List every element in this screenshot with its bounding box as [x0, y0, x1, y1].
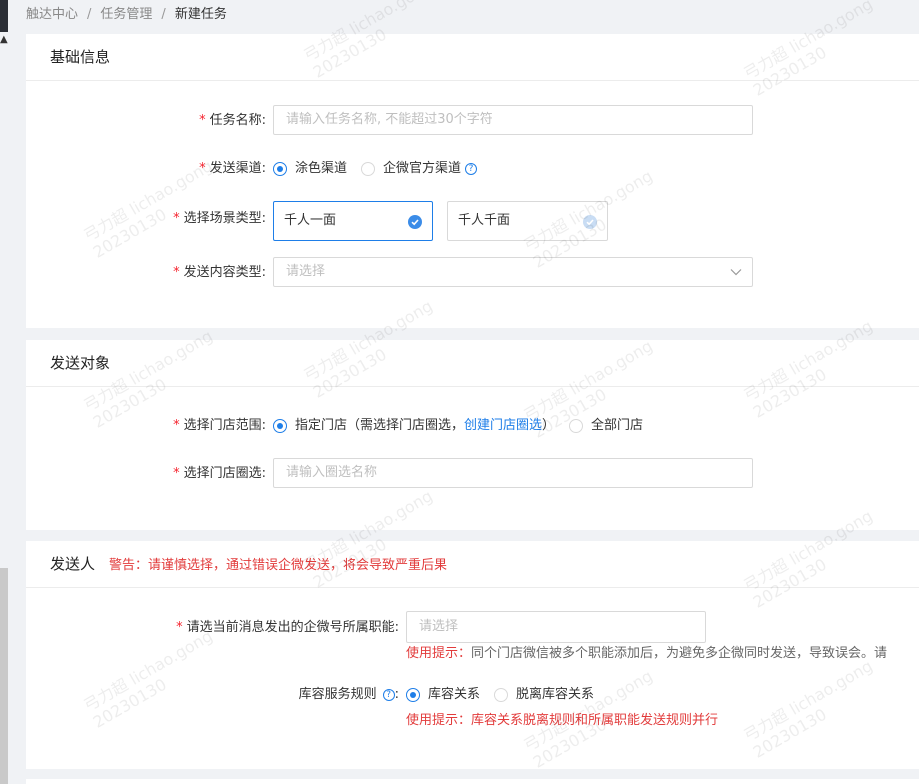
radio-inventory-relation[interactable]: 库容关系 — [406, 686, 480, 704]
basic-info-card: 基础信息 * 任务名称: 请输入任务名称, 不能超过30个字符 * 发送渠道: 涂色… — [26, 34, 919, 328]
check-icon — [583, 215, 597, 229]
radio-all-stores[interactable]: 全部门店 — [569, 417, 643, 435]
scene-type-label: * 选择场景类型: — [173, 211, 266, 226]
role-hint: 使用提示：同个门店微信被多个职能添加后，为避免多企微同时发送，导致误会。请 — [406, 646, 888, 661]
send-channel-radio-group: 涂色渠道 企微官方渠道? — [273, 160, 491, 179]
required-mark: * — [173, 211, 180, 226]
task-name-input[interactable]: 请输入任务名称, 不能超过30个字符 — [273, 105, 753, 135]
basic-info-title: 基础信息 — [26, 34, 919, 81]
check-icon — [408, 215, 422, 229]
store-range-radio-group: 指定门店（需选择门店圈选， 创建门店圈选） 全部门店 — [273, 417, 657, 436]
content-type-label: * 发送内容类型: — [173, 265, 266, 280]
radio-channel-tuse[interactable]: 涂色渠道 — [273, 160, 347, 178]
radio-unchecked-icon — [361, 162, 376, 176]
radio-checked-icon — [273, 162, 287, 176]
required-mark: * — [176, 620, 183, 635]
store-range-label: * 选择门店范围: — [173, 418, 266, 433]
scene-option-uniform[interactable]: 千人一面 — [273, 201, 433, 241]
send-target-card: 发送对象 * 选择门店范围: 指定门店（需选择门店圈选， 创建门店圈选） 全部门店 *… — [26, 340, 919, 530]
breadcrumb-item-new-task: 新建任务 — [174, 7, 227, 22]
task-name-label: * 任务名称: — [199, 113, 266, 128]
radio-unchecked-icon — [494, 688, 509, 702]
radio-detach-inventory[interactable]: 脱离库容关系 — [494, 686, 594, 704]
radio-checked-icon — [406, 688, 420, 702]
store-circle-input[interactable]: 请输入圈选名称 — [273, 458, 753, 488]
rule-label: 库容服务规则?: — [298, 687, 399, 702]
create-store-circle-link[interactable]: 创建门店圈选 — [464, 417, 542, 435]
sender-title: 发送人 — [50, 555, 96, 573]
scene-option-personalized[interactable]: 千人千面 — [447, 201, 608, 241]
send-target-title: 发送对象 — [26, 340, 919, 387]
breadcrumb-item-task-management[interactable]: 任务管理 — [100, 7, 152, 22]
radio-specified-store[interactable]: 指定门店（需选择门店圈选， 创建门店圈选） — [273, 417, 555, 435]
content-type-select[interactable]: 请选择 — [273, 257, 753, 287]
sender-warning: 警告：请谨慎选择，通过错误企微发送，将会导致严重后果 — [109, 558, 448, 573]
chevron-down-icon — [730, 269, 742, 276]
breadcrumb-separator: / — [161, 7, 166, 22]
collapse-icon[interactable]: ▲ — [0, 34, 8, 46]
role-label: * 请选当前消息发出的企微号所属职能: — [176, 620, 399, 635]
store-circle-label: * 选择门店圈选: — [173, 466, 266, 481]
help-icon[interactable]: ? — [465, 163, 478, 175]
required-mark: * — [199, 113, 206, 128]
radio-channel-wecom[interactable]: 企微官方渠道? — [361, 160, 478, 178]
radio-checked-icon — [273, 419, 287, 433]
radio-unchecked-icon — [569, 419, 584, 433]
role-select[interactable]: 请选择 — [406, 611, 706, 643]
send-channel-label: * 发送渠道: — [199, 161, 266, 176]
required-mark: * — [173, 418, 180, 433]
required-mark: * — [173, 466, 180, 481]
breadcrumb-item-reach-center[interactable]: 触达中心 — [26, 7, 78, 22]
required-mark: * — [173, 265, 180, 280]
sender-header: 发送人 警告：请谨慎选择，通过错误企微发送，将会导致严重后果 — [26, 541, 919, 588]
rule-hint: 使用提示：库容关系脱离规则和所属职能发送规则并行 — [406, 713, 719, 728]
breadcrumb-separator: / — [87, 7, 92, 22]
breadcrumb: 触达中心 / 任务管理 / 新建任务 — [26, 6, 227, 24]
help-icon[interactable]: ? — [382, 688, 395, 701]
next-card-edge — [26, 779, 919, 784]
sidebar-edge — [0, 0, 8, 32]
required-mark: * — [199, 161, 206, 176]
left-scrollbar[interactable] — [0, 568, 8, 784]
rule-radio-group: 库容关系 脱离库容关系 — [406, 686, 608, 705]
sender-card: 发送人 警告：请谨慎选择，通过错误企微发送，将会导致严重后果 * 请选当前消息发出的… — [26, 541, 919, 769]
